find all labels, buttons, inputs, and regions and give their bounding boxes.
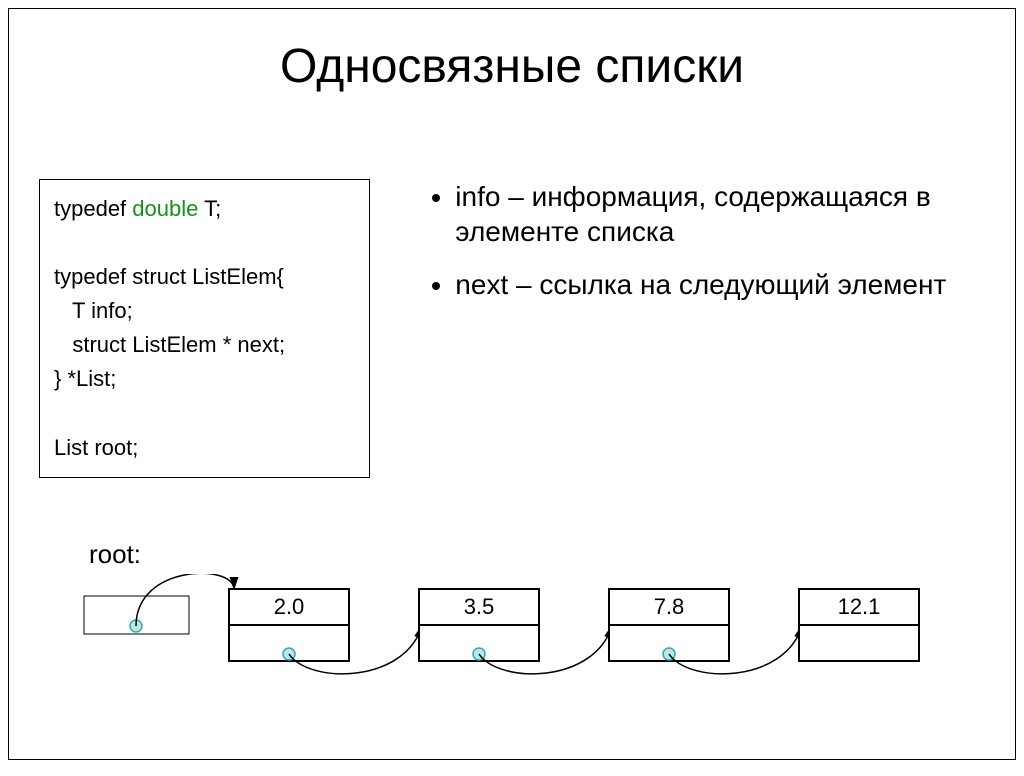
slide-title: Односвязные списки [9, 39, 1015, 94]
code-line-5: struct ListElem * next; [54, 332, 285, 357]
node-value: 2.0 [274, 594, 305, 619]
list-node: 7.8 [609, 589, 729, 661]
code-line-4: T info; [54, 298, 133, 323]
code-line-1a: typedef [54, 196, 132, 221]
node-value: 7.8 [654, 594, 685, 619]
code-line-3: typedef struct ListElem{ [54, 264, 284, 289]
bullets-area: info – информация, содержащаяся в элемен… [430, 179, 985, 478]
content-columns: typedef double T; typedef struct ListEle… [39, 179, 985, 478]
code-keyword-double: double [132, 196, 198, 221]
bullet-next: next – ссылка на следующий элемент [455, 267, 985, 302]
list-node: 2.0 [229, 589, 349, 661]
root-label: root: [89, 539, 141, 570]
linked-list-diagram: 2.0 3.5 7.8 [74, 574, 974, 714]
diagram-svg: 2.0 3.5 7.8 [74, 574, 974, 714]
code-line-1c: T; [198, 196, 221, 221]
code-box: typedef double T; typedef struct ListEle… [39, 179, 370, 478]
list-node: 12.1 [799, 589, 919, 661]
list-node: 3.5 [419, 589, 539, 661]
slide-frame: Односвязные списки typedef double T; typ… [8, 8, 1016, 760]
code-line-8: List root; [54, 435, 138, 460]
code-line-6: } *List; [54, 366, 116, 391]
bullet-info: info – информация, содержащаяся в элемен… [455, 179, 985, 249]
node-value: 3.5 [464, 594, 495, 619]
node-value: 12.1 [838, 594, 881, 619]
